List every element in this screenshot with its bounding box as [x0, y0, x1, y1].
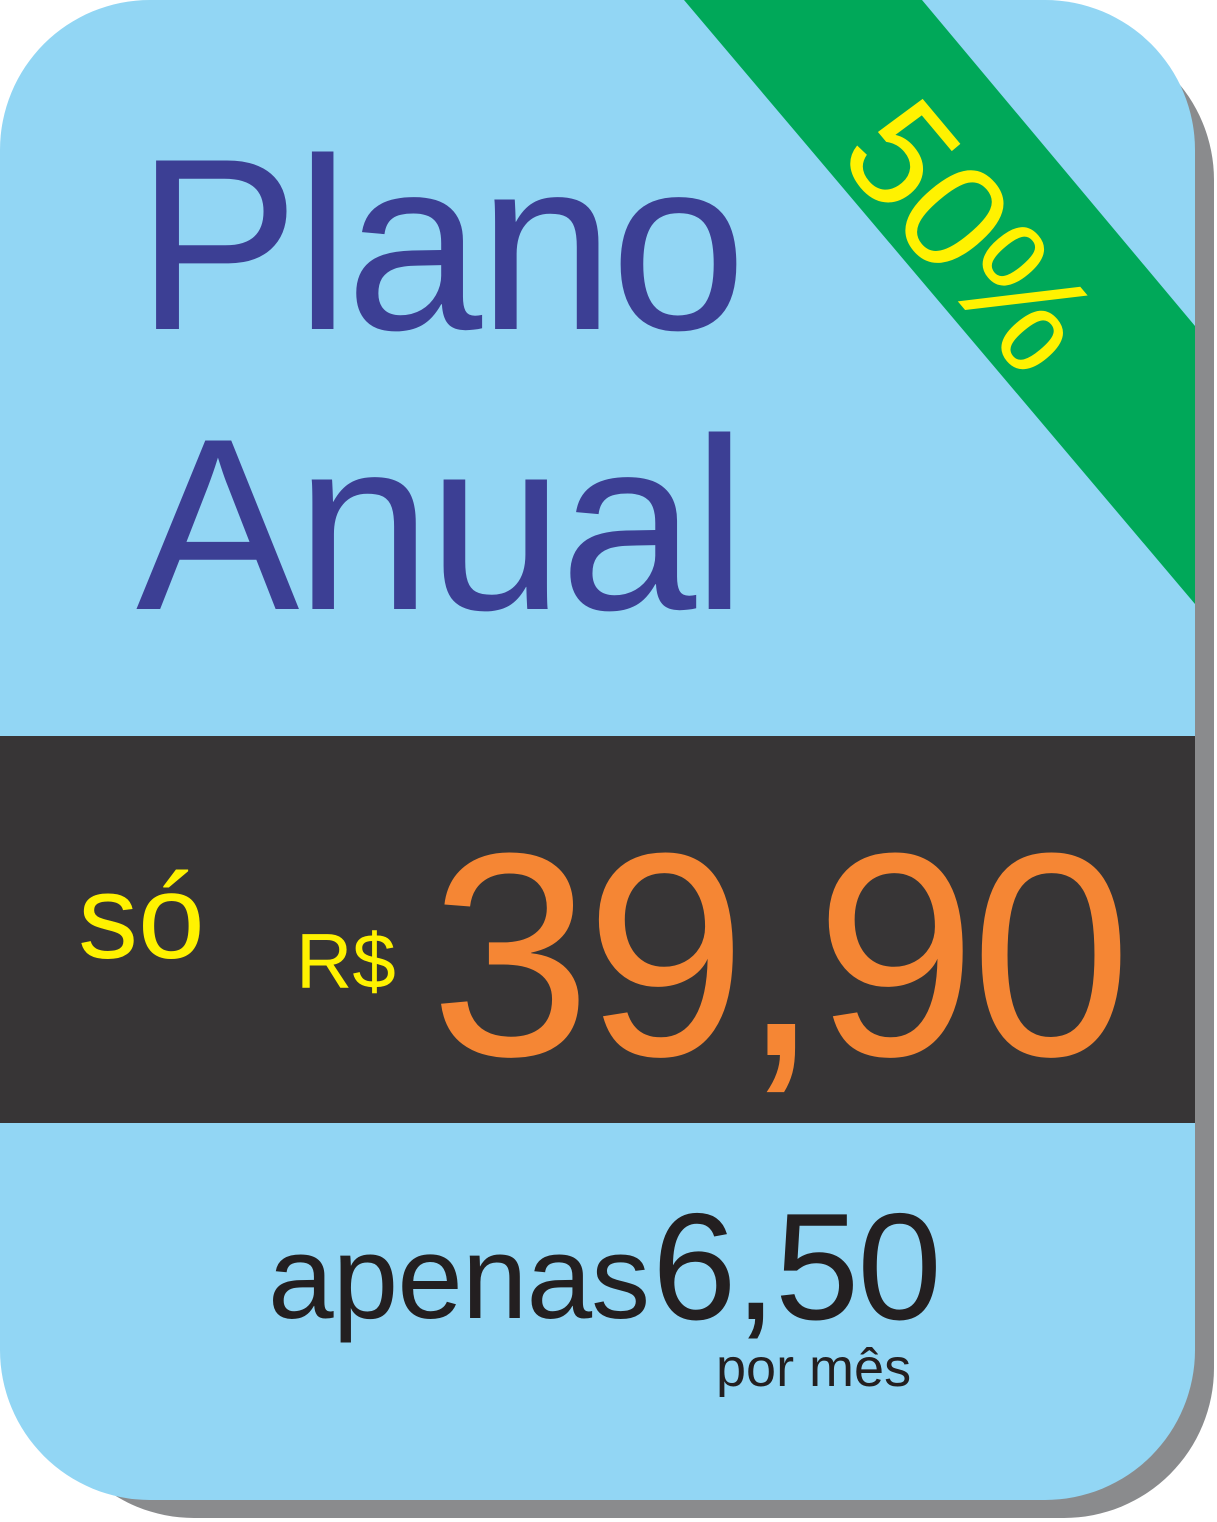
price-prefix: só	[78, 850, 205, 984]
pricing-card-stage: 50% Plano Anual só R$ 39,90 apenas 6,50 …	[0, 0, 1217, 1522]
monthly-price-value: 6,50	[652, 1182, 942, 1352]
monthly-price-prefix: apenas	[268, 1212, 650, 1344]
plan-title-line-2: Anual	[136, 387, 747, 661]
price-value: 39,90	[430, 793, 1132, 1117]
price-currency: R$	[296, 917, 396, 1005]
plan-title-line-1: Plano	[136, 107, 747, 381]
pricing-card: 50% Plano Anual só R$ 39,90 apenas 6,50 …	[0, 0, 1195, 1500]
monthly-price-unit: por mês	[716, 1338, 912, 1398]
